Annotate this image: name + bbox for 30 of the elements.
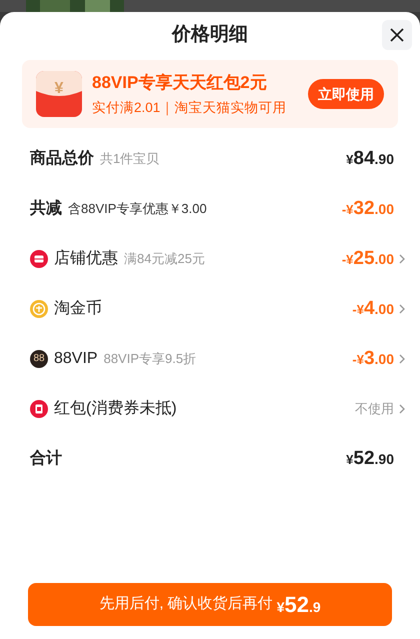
row-label: 红包(消费券未抵): [54, 398, 177, 419]
promo-title: 88VIP专享天天红包2元: [92, 72, 268, 94]
row-label: 共减: [30, 198, 62, 219]
close-button[interactable]: [382, 20, 412, 50]
price: -¥32.00: [342, 196, 394, 221]
shop-icon: [30, 250, 48, 268]
row-note: 共1件宝贝: [100, 150, 160, 168]
use-now-button[interactable]: 立即使用: [308, 79, 384, 109]
envelope-icon: [30, 400, 48, 418]
row-label: 商品总价: [30, 148, 94, 169]
row-note: 88VIP专享9.5折: [104, 350, 196, 368]
price: -¥3.00: [352, 346, 394, 371]
promo-subtitle: 实付满2.01｜淘宝天猫实物可用: [92, 99, 288, 118]
price: ¥84.90: [346, 146, 394, 171]
price: -¥4.00: [352, 296, 394, 321]
price: -¥25.00: [342, 246, 394, 271]
row-label: 店铺优惠: [54, 248, 118, 269]
price: ¥52.90: [346, 446, 394, 471]
sheet-title: 价格明细: [172, 22, 248, 47]
row-note: 含88VIP专享优惠￥3.00: [68, 200, 207, 218]
coin-icon: [30, 300, 48, 318]
envelope-icon: ¥: [36, 71, 82, 117]
row-label: 合计: [30, 448, 62, 469]
row-value: 不使用: [355, 400, 394, 418]
row-label: 淘金币: [54, 298, 102, 319]
pay-later-button[interactable]: 先用后付, 确认收货后再付 ¥52.9: [28, 583, 392, 626]
row-note: 满84元减25元: [124, 250, 205, 268]
vip-badge-icon: 88: [30, 350, 48, 368]
close-icon: [390, 28, 404, 42]
row-label: 88VIP: [54, 349, 98, 369]
